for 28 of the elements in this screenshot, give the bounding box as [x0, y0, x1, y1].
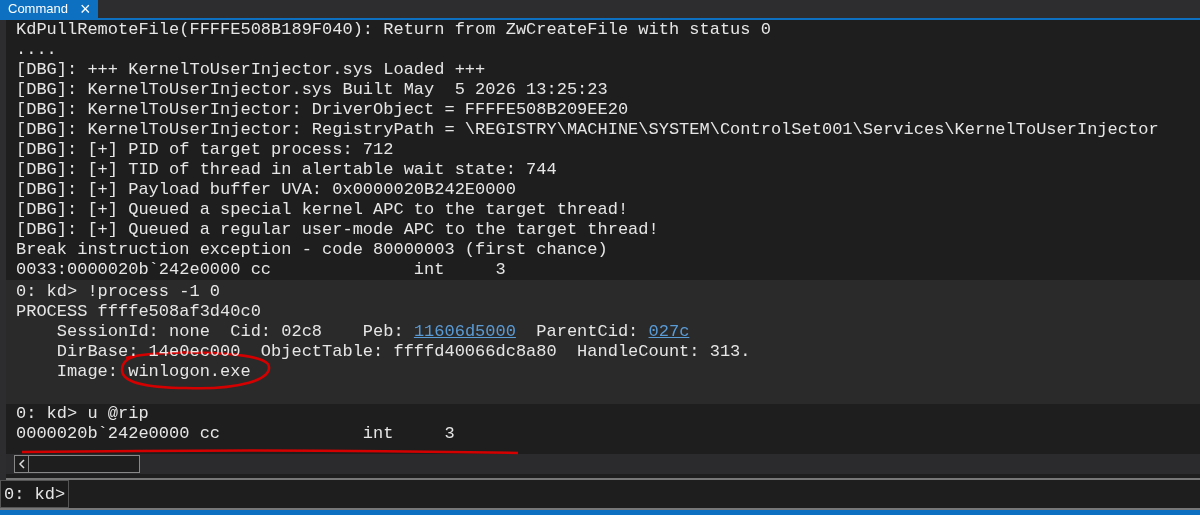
output-line: ....: [16, 40, 58, 60]
link[interactable]: 027c: [648, 322, 690, 342]
tab-label: Command: [8, 0, 68, 19]
output-line: 0: kd> !process -1 0: [16, 282, 222, 302]
output-line: [DBG]: [+] TID of thread in alertable wait state: 744: [16, 160, 558, 180]
output-line: [DBG]: +++ KernelToUserInjector.sys Loaded +++: [16, 60, 487, 80]
output-line: 0000020b`242e0000 cc int 3: [16, 424, 456, 444]
output-line: 0033:0000020b`242e0000 cc int 3: [16, 260, 507, 280]
output-line: [DBG]: [+] PID of target process: 712: [16, 140, 395, 160]
output-text: SessionId: none Cid: 02c8 Peb:: [55, 322, 405, 342]
link[interactable]: 11606d5000: [413, 322, 516, 342]
output-line: Image: winlogon.exe: [55, 362, 252, 382]
output-text: ParentCid:: [535, 322, 640, 342]
output-line: [DBG]: KernelToUserInjector.sys Built May 5 2026 13:25:23: [16, 80, 609, 100]
output-line: PROCESS ffffe508af3d40c0: [16, 302, 262, 322]
output-line: [DBG]: [+] Queued a regular user-mode APC to the target thread!: [16, 220, 660, 240]
output-line: [DBG]: KernelToUserInjector: RegistryPath = \REGISTRY\MACHINE\SYSTEM\ControlSet001\Services\KernelToUserInjector: [16, 120, 1160, 140]
output-line: [DBG]: [+] Payload buffer UVA: 0x0000020B242E0000: [16, 180, 517, 200]
output-line: KdPullRemoteFile(FFFFE508B189F040): Return from ZwCreateFile with status 0: [16, 20, 772, 40]
output-line: 0: kd> u @rip: [16, 404, 150, 424]
output-line: [DBG]: KernelToUserInjector: DriverObject = FFFFE508B209EE20: [16, 100, 630, 120]
command-input-field[interactable]: 0: kd>: [0, 480, 1200, 510]
scrollbar-thumb[interactable]: [14, 455, 140, 473]
tab[interactable]: Command ×: [0, 0, 99, 18]
close-button[interactable]: ×: [79, 0, 91, 18]
prompt-label: 0: kd>: [0, 480, 70, 508]
output-line: Break instruction exception - code 80000003 (first chance): [16, 240, 609, 260]
output-line: [DBG]: [+] Queued a special kernel APC to the target thread!: [16, 200, 630, 220]
